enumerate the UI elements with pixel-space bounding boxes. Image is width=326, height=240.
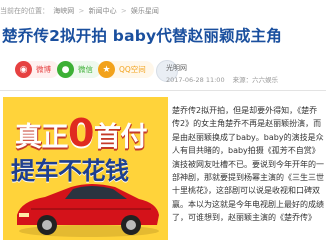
divider xyxy=(0,90,326,91)
red-sports-car-image xyxy=(17,184,159,237)
article-body: 楚乔传2拟开拍，但是却要外得知，《楚乔传2》的女主角楚乔不再是赵丽颖扮演，而是由… xyxy=(172,104,324,225)
wechat-icon: ● xyxy=(57,61,74,78)
share-qzone-label: QQ空间 xyxy=(119,65,146,74)
share-weixin-button[interactable]: ● 微信 xyxy=(57,61,101,78)
article-date: 2017-06-28 11:00 xyxy=(166,76,225,84)
article-title: 楚乔传2拟开拍 baby代替赵丽颖成主角 xyxy=(2,27,282,45)
advertisement-banner[interactable]: 真正0首付 提车不花钱 xyxy=(3,97,168,240)
article-meta: 2017-06-28 11:00 来源：六六娱乐 xyxy=(166,74,278,84)
share-weibo-label: 微博 xyxy=(36,65,51,74)
breadcrumb-prefix: 当前在的位置： xyxy=(0,7,49,15)
ad-headline-part2: 首付 xyxy=(93,122,148,153)
share-weixin-label: 微信 xyxy=(78,65,93,74)
ad-headline-zero: 0 xyxy=(68,111,94,155)
share-weibo-button[interactable]: ◉ 微博 xyxy=(15,61,59,78)
share-qzone-button[interactable]: ★ QQ空间 xyxy=(98,61,154,78)
qzone-star-icon: ★ xyxy=(98,61,115,78)
weibo-icon: ◉ xyxy=(15,61,32,78)
breadcrumb: 当前在的位置： 海峡网 > 新闻中心 > 娱乐星闻 xyxy=(0,6,326,18)
breadcrumb-link-haixia[interactable]: 海峡网 xyxy=(53,7,74,15)
breadcrumb-link-entertainment[interactable]: 娱乐星闻 xyxy=(131,7,159,15)
article-paragraph: 楚乔传2拟开拍，但是却要外得知，《楚乔传2》的女主角楚乔不再是赵丽颖扮演，而是由… xyxy=(172,106,324,223)
ad-headline: 真正0首付 xyxy=(15,111,147,155)
breadcrumb-separator: > xyxy=(120,7,127,15)
breadcrumb-link-news[interactable]: 新闻中心 xyxy=(89,7,117,15)
article-author: 光明网 xyxy=(166,64,187,72)
breadcrumb-separator: > xyxy=(78,7,85,15)
ad-headline-part1: 真正 xyxy=(15,122,69,153)
article-source: 来源：六六娱乐 xyxy=(232,76,279,84)
